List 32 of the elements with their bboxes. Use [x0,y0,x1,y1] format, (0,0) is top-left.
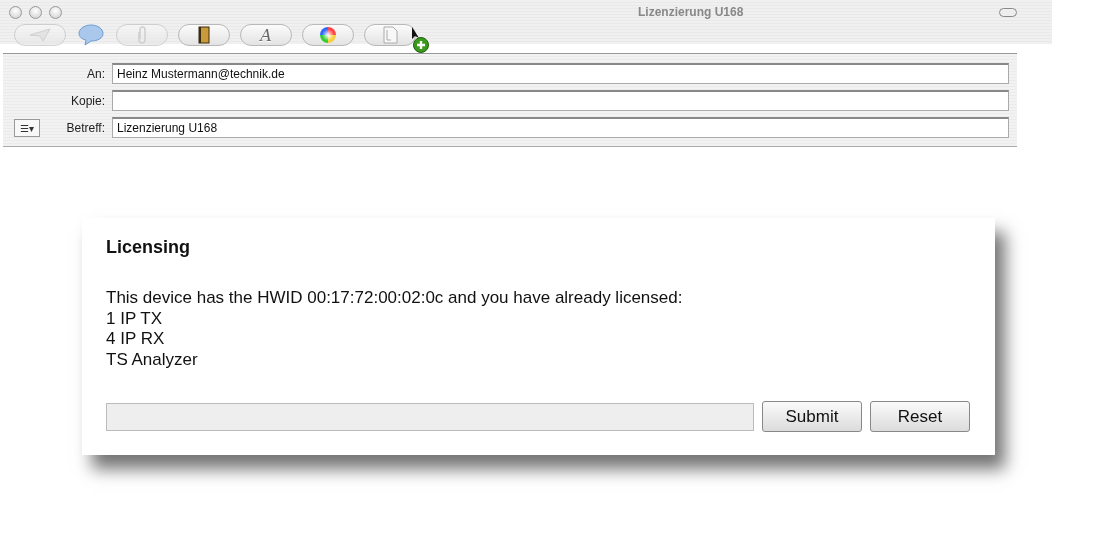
document-icon [382,26,398,44]
address-button[interactable] [178,24,230,46]
options-menu-button[interactable]: ☰▾ [14,119,40,138]
info-text: This device has the HWID 00:17:72:00:02:0c and you have already licensed: [106,288,684,309]
field-label: Kopie: [69,93,105,108]
reset-button[interactable]: Reset [870,401,970,432]
cursor-add-icon [411,26,431,54]
field-label: Betreff: [65,120,105,135]
fonts-button[interactable]: A [240,24,292,46]
window-title: Lizenzierung U168 [638,5,744,19]
paperclip-icon [135,26,149,44]
license-key-field[interactable] [106,402,754,431]
toolbar-toggle-button[interactable] [999,7,1017,17]
input-field[interactable]: Lizenzierung U168 [112,117,1009,138]
chat-button[interactable] [76,22,106,48]
info-text: TS Analyzer [106,349,199,370]
submit-button[interactable]: Submit [762,401,862,432]
input-field[interactable]: Heinz Mustermann@technik.de [112,63,1009,84]
input-field[interactable] [112,90,1009,111]
photo-button[interactable] [364,24,416,46]
colors-button[interactable] [302,24,354,46]
close-button[interactable] [9,5,22,19]
color-wheel-icon [319,26,337,44]
speech-bubble-icon [78,24,104,46]
card-title: Licensing [106,237,191,258]
book-icon [198,26,210,44]
info-text: 1 IP TX [106,308,164,329]
zoom-button[interactable] [49,5,62,19]
paper-plane-icon [29,28,51,42]
minimize-button[interactable] [29,5,42,19]
info-text: 4 IP RX [106,329,166,350]
field-label: An: [86,66,105,81]
